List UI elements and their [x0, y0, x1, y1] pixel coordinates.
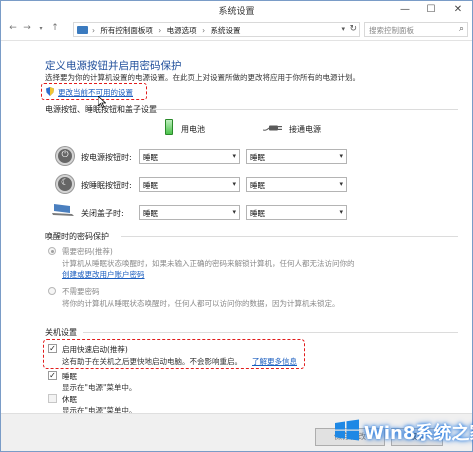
breadcrumb: › 所有控制面板项 › 电源选项 › 系统设置 [92, 26, 241, 35]
option-description: 将你的计算机从睡眠状态唤醒时，任何人都可以访问你的数据，因为计算机未锁定。 [62, 299, 340, 308]
maximize-button[interactable]: ☐ [418, 1, 444, 19]
page-description: 选择要为你的计算机设置的电源设置。在此页上对设置所做的更改将应用于你所有的电源计… [45, 73, 360, 82]
sleep-checkbox[interactable]: ✓ [48, 371, 57, 380]
power-button-battery-select[interactable]: 睡眠 ▾ [139, 149, 240, 164]
select-value: 睡眠 [250, 209, 265, 218]
control-panel-icon [77, 26, 88, 34]
chevron-down-icon: ▾ [232, 208, 236, 216]
section-title: 唤醒时的密码保护 [45, 232, 109, 241]
fast-startup-checkbox[interactable]: ✓ [48, 344, 57, 353]
checkbox-label: 睡眠 [62, 372, 77, 381]
chevron-down-icon: ▾ [339, 180, 343, 188]
battery-icon [165, 119, 173, 135]
watermark-text: Win8系统之家 [364, 423, 473, 444]
lid-close-battery-select[interactable]: 睡眠 ▾ [139, 205, 240, 220]
select-value: 睡眠 [143, 209, 158, 218]
chevron-down-icon: ▾ [232, 180, 236, 188]
laptop-lid-icon [52, 204, 74, 216]
option-description: 计算机从睡眠状态唤醒时，如果未输入正确的密码来解锁计算机，任何人都无法访问你的 [62, 259, 355, 268]
page-title: 定义电源按钮并启用密码保护 [45, 60, 182, 72]
search-input[interactable]: 搜索控制面板 ⌕ [364, 22, 468, 37]
row-label: 按睡眠按钮时: [81, 181, 132, 190]
main-content: 定义电源按钮并启用密码保护 选择要为你的计算机设置的电源设置。在此页上对设置所做… [1, 41, 472, 415]
require-password-radio[interactable] [48, 247, 56, 255]
title-bar: 系统设置 — ☐ ✕ [1, 1, 472, 19]
select-value: 睡眠 [143, 181, 158, 190]
divider [153, 109, 458, 110]
row-label: 按电源按钮时: [81, 153, 132, 162]
power-button-icon: ⏻ [56, 147, 74, 165]
row-label: 关闭盖子时: [81, 209, 124, 218]
select-value: 睡眠 [250, 153, 265, 162]
divider [121, 236, 458, 237]
power-button-plugged-select[interactable]: 睡眠 ▾ [246, 149, 347, 164]
option-description: 这有助于在关机之后更快地启动电脑。不会影响重启。 [62, 357, 242, 366]
chevron-down-icon[interactable]: ▾ [341, 25, 345, 33]
change-settings-link[interactable]: 更改当前不可用的设置 [58, 87, 133, 98]
column-header-battery: 用电池 [181, 125, 205, 134]
search-placeholder: 搜索控制面板 [369, 26, 414, 35]
search-icon[interactable]: ⌕ [459, 24, 464, 34]
breadcrumb-item[interactable]: 电源选项 [167, 26, 197, 35]
chevron-down-icon: ▾ [232, 152, 236, 160]
radio-label: 不需要密码 [62, 287, 100, 296]
window: 系统设置 — ☐ ✕ ← → ▾ ↑ › 所有控制面板项 › 电源选项 › 系统… [0, 0, 473, 452]
sleep-button-icon: ☾ [56, 175, 74, 193]
up-icon[interactable]: ↑ [49, 23, 61, 33]
no-password-radio[interactable] [48, 287, 56, 295]
watermark: Win8系统之家 [328, 414, 473, 452]
chevron-down-icon: ▾ [339, 152, 343, 160]
sleep-button-plugged-select[interactable]: 睡眠 ▾ [246, 177, 347, 192]
mouse-cursor-icon [98, 96, 106, 108]
breadcrumb-item[interactable]: 所有控制面板项 [100, 26, 153, 35]
plug-icon [263, 125, 282, 131]
sleep-button-battery-select[interactable]: 睡眠 ▾ [139, 177, 240, 192]
select-value: 睡眠 [143, 153, 158, 162]
chevron-down-icon: ▾ [339, 208, 343, 216]
windows-logo-icon [335, 419, 359, 441]
close-button[interactable]: ✕ [444, 1, 472, 19]
learn-more-link[interactable]: 了解更多信息 [252, 356, 297, 367]
back-icon[interactable]: ← [7, 23, 19, 33]
address-bar: ← → ▾ ↑ › 所有控制面板项 › 电源选项 › 系统设置 ▾ ↻ 搜索控制… [1, 19, 472, 41]
create-password-link[interactable]: 创建或更改用户账户密码 [62, 269, 145, 280]
option-description: 显示在"电源"菜单中。 [62, 383, 137, 392]
checkbox-label: 休眠 [62, 395, 77, 404]
breadcrumb-item[interactable]: 系统设置 [210, 26, 240, 35]
section-title: 关机设置 [45, 328, 77, 337]
select-value: 睡眠 [250, 181, 265, 190]
divider [83, 332, 458, 333]
hibernate-checkbox[interactable] [48, 394, 57, 403]
shield-icon [46, 87, 54, 96]
checkbox-label: 启用快速启动(推荐) [62, 345, 128, 354]
recent-dropdown-icon[interactable]: ▾ [35, 25, 47, 32]
radio-label: 需要密码(推荐) [62, 247, 113, 256]
lid-close-plugged-select[interactable]: 睡眠 ▾ [246, 205, 347, 220]
refresh-icon[interactable]: ↻ [349, 24, 357, 34]
address-field[interactable]: › 所有控制面板项 › 电源选项 › 系统设置 ▾ ↻ [73, 22, 360, 37]
forward-icon[interactable]: → [21, 23, 33, 33]
minimize-button[interactable]: — [392, 1, 418, 19]
column-header-plugged: 接通电源 [289, 125, 321, 134]
highlight-box: 更改当前不可用的设置 [41, 83, 147, 100]
